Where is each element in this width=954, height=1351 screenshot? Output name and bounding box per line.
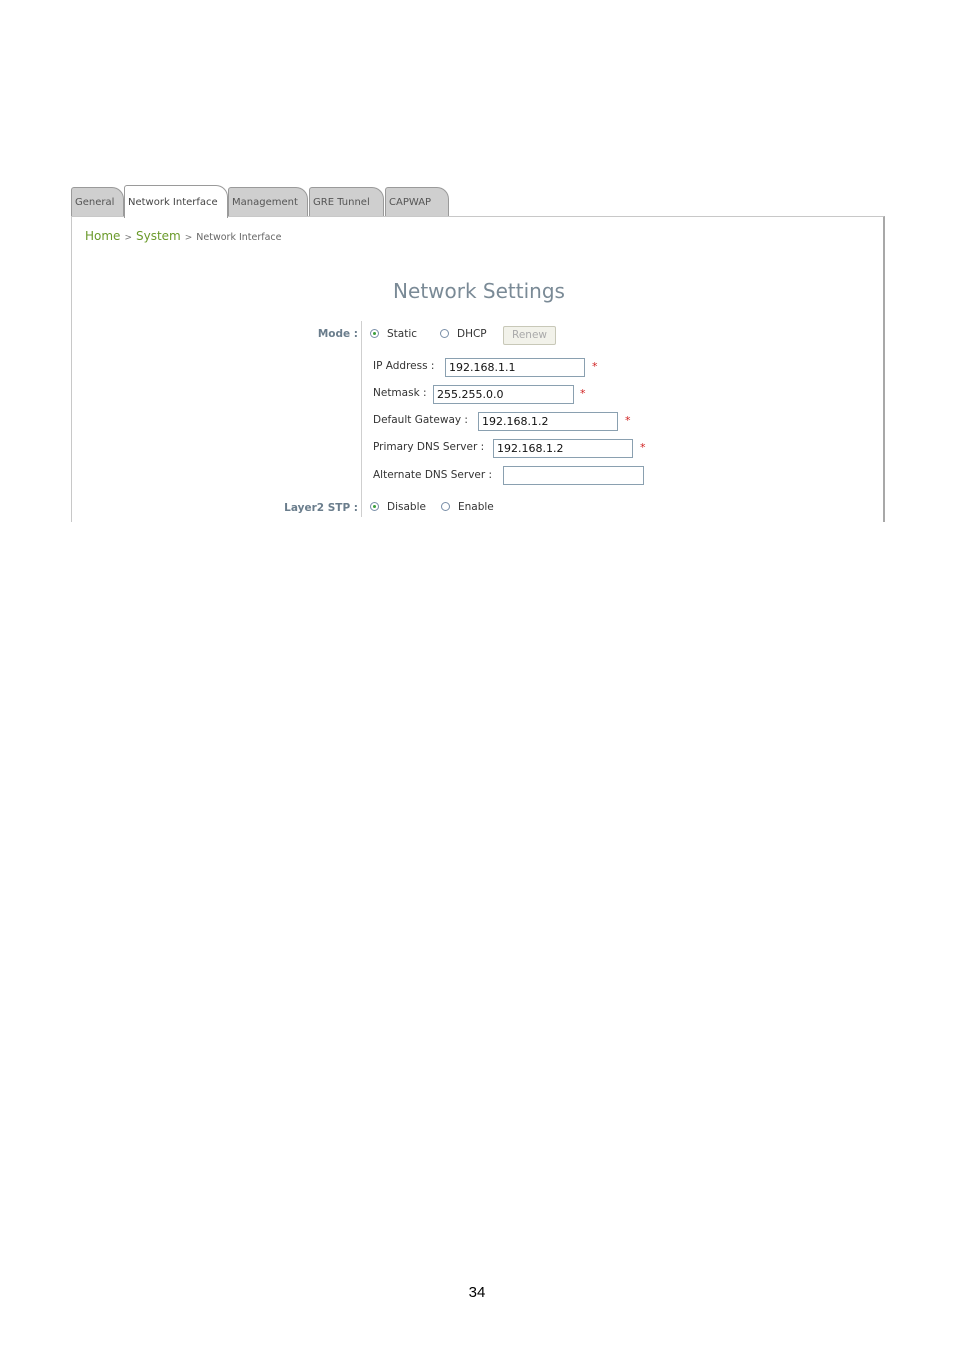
content-panel: Home > System > Network Interface Network Se… bbox=[71, 216, 885, 522]
layer2-stp-label: Layer2 STP : bbox=[284, 502, 358, 514]
page-number: 34 bbox=[468, 1284, 486, 1301]
alternate-dns-input[interactable] bbox=[503, 466, 644, 485]
breadcrumb-system[interactable]: System bbox=[136, 229, 181, 243]
stp-disable-radio[interactable] bbox=[370, 502, 379, 511]
mode-static-radio[interactable] bbox=[370, 329, 379, 338]
required-marker: * bbox=[580, 387, 586, 400]
tab-network-interface[interactable]: Network Interface bbox=[124, 185, 228, 218]
tab-capwap[interactable]: CAPWAP bbox=[385, 187, 449, 216]
alternate-dns-label: Alternate DNS Server : bbox=[373, 469, 493, 481]
default-gateway-label: Default Gateway : bbox=[373, 414, 468, 426]
required-marker: * bbox=[625, 414, 631, 427]
required-marker: * bbox=[592, 360, 598, 373]
stp-disable-label: Disable bbox=[387, 501, 426, 513]
ip-address-label: IP Address : bbox=[373, 360, 435, 372]
tab-gre-tunnel[interactable]: GRE Tunnel bbox=[309, 187, 384, 216]
netmask-input[interactable] bbox=[433, 385, 574, 404]
ip-address-input[interactable] bbox=[445, 358, 585, 377]
primary-dns-label: Primary DNS Server : bbox=[373, 441, 485, 453]
column-divider bbox=[361, 321, 362, 517]
breadcrumb: Home > System > Network Interface bbox=[85, 229, 282, 243]
stp-enable-label: Enable bbox=[458, 501, 494, 513]
mode-label: Mode : bbox=[317, 328, 358, 340]
mode-static-label: Static bbox=[387, 328, 418, 340]
required-marker: * bbox=[640, 441, 646, 454]
page-title: Network Settings bbox=[393, 279, 565, 303]
tab-management[interactable]: Management bbox=[228, 187, 308, 216]
breadcrumb-current: Network Interface bbox=[196, 232, 282, 243]
mode-dhcp-radio[interactable] bbox=[440, 329, 449, 338]
default-gateway-input[interactable] bbox=[478, 412, 618, 431]
netmask-label: Netmask : bbox=[373, 387, 427, 399]
tab-general[interactable]: General bbox=[71, 187, 124, 216]
primary-dns-input[interactable] bbox=[493, 439, 633, 458]
mode-dhcp-label: DHCP bbox=[457, 328, 487, 340]
renew-button[interactable]: Renew bbox=[503, 326, 556, 345]
stp-enable-radio[interactable] bbox=[441, 502, 450, 511]
breadcrumb-home[interactable]: Home bbox=[85, 229, 120, 243]
